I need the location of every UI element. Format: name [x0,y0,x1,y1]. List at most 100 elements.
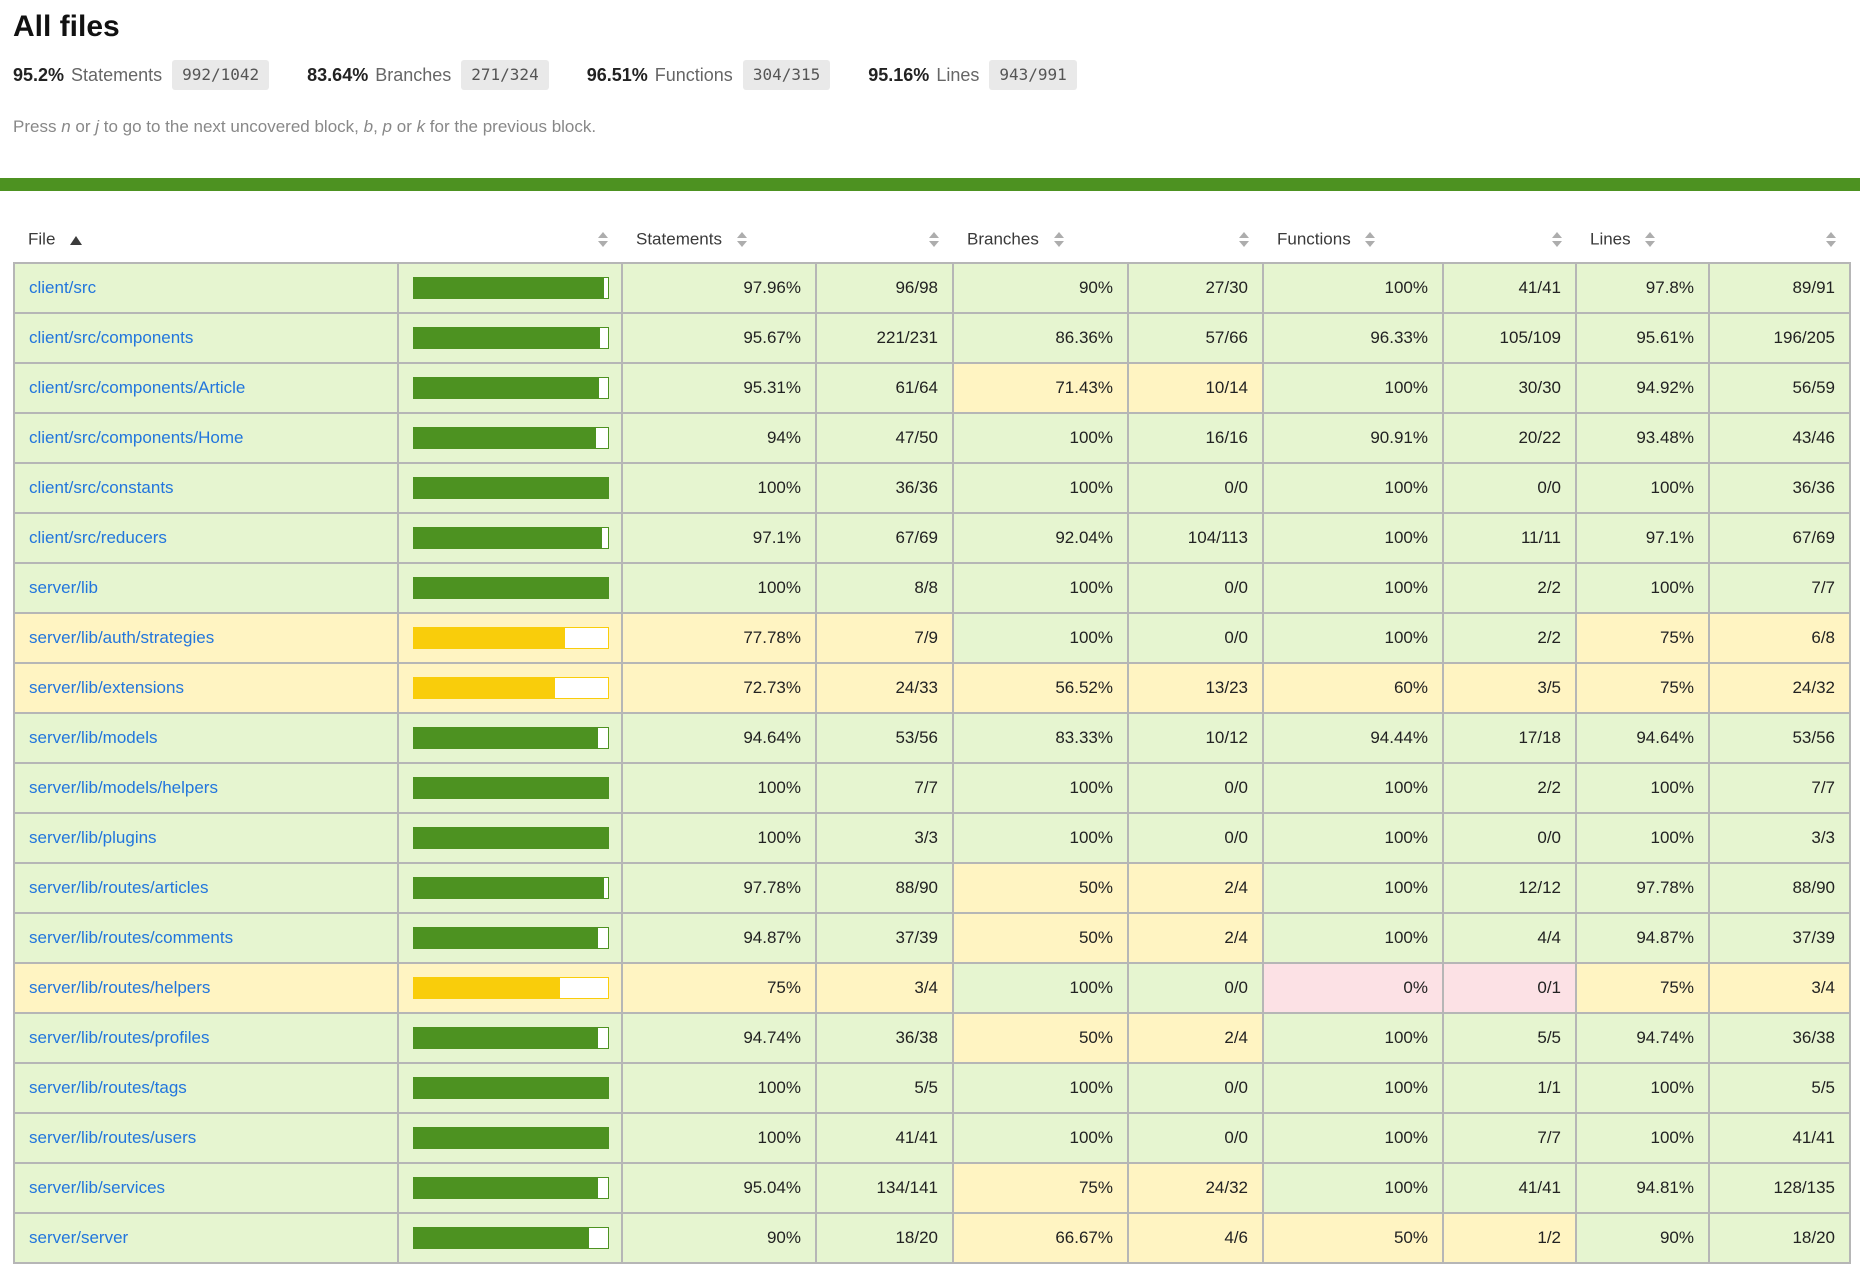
file-cell: client/src/reducers [14,513,398,563]
file-link[interactable]: client/src/constants [29,478,174,497]
coverage-bar-empty [596,428,608,448]
coverage-bar-fill [414,1228,589,1248]
functions-pct-cell: 100% [1263,813,1443,863]
file-link[interactable]: server/lib/routes/helpers [29,978,210,997]
branches-pct-cell: 56.52% [953,663,1128,713]
coverage-bar [413,977,609,999]
lines-label: Lines [936,65,979,86]
column-header-branches-raw[interactable] [1128,217,1263,263]
lines-raw-cell: 43/46 [1709,413,1850,463]
table-row: client/src/components95.67%221/23186.36%… [14,313,1850,363]
statements-raw-cell: 37/39 [816,913,953,963]
file-cell: server/lib/routes/users [14,1113,398,1163]
sort-toggle-icon[interactable] [929,232,939,247]
statements-fraction: 992/1042 [172,60,269,90]
column-header-lines-raw[interactable] [1709,217,1850,263]
file-link[interactable]: server/lib/plugins [29,828,157,847]
sort-ascending-icon[interactable] [70,230,82,250]
coverage-bar-fill [414,978,560,998]
file-cell: server/lib [14,563,398,613]
branches-pct-cell: 100% [953,963,1128,1013]
branches-pct-cell: 71.43% [953,363,1128,413]
hint-text: for the previous block. [425,117,596,136]
statements-pct-cell: 75% [622,963,816,1013]
sort-toggle-icon[interactable] [1365,232,1375,247]
lines-raw-cell: 18/20 [1709,1213,1850,1263]
coverage-bar-fill [414,678,555,698]
file-link[interactable]: server/lib/routes/articles [29,878,209,897]
file-link[interactable]: server/lib/extensions [29,678,184,697]
table-row: server/lib/routes/users100%41/41100%0/01… [14,1113,1850,1163]
coverage-bar [413,927,609,949]
coverage-bar [413,477,609,499]
functions-pct-cell: 100% [1263,563,1443,613]
sort-toggle-icon[interactable] [1239,232,1249,247]
lines-pct-cell: 94.81% [1576,1163,1709,1213]
sort-toggle-icon[interactable] [1826,232,1836,247]
file-link[interactable]: server/lib/routes/comments [29,928,233,947]
branches-pct-cell: 100% [953,1113,1128,1163]
branches-pct-cell: 92.04% [953,513,1128,563]
sort-toggle-icon[interactable] [1054,232,1064,247]
sort-toggle-icon[interactable] [1552,232,1562,247]
lines-pct-cell: 75% [1576,963,1709,1013]
file-link[interactable]: client/src/components/Article [29,378,245,397]
lines-pct-cell: 100% [1576,1063,1709,1113]
column-header-statements[interactable]: Statements [622,217,816,263]
coverage-bar [413,627,609,649]
column-header-statements-raw[interactable] [816,217,953,263]
statements-raw-cell: 5/5 [816,1063,953,1113]
sort-toggle-icon[interactable] [598,232,608,247]
functions-raw-cell: 17/18 [1443,713,1576,763]
file-link[interactable]: client/src [29,278,96,297]
column-header-file[interactable]: File [14,217,398,263]
file-cell: server/lib/extensions [14,663,398,713]
file-link[interactable]: server/lib/models/helpers [29,778,218,797]
sort-toggle-icon[interactable] [737,232,747,247]
file-link[interactable]: client/src/components [29,328,193,347]
branches-raw-cell: 0/0 [1128,1063,1263,1113]
branches-pct-cell: 100% [953,463,1128,513]
branches-raw-cell: 104/113 [1128,513,1263,563]
branches-raw-cell: 0/0 [1128,1113,1263,1163]
file-link[interactable]: client/src/components/Home [29,428,243,447]
branches-pct-cell: 90% [953,263,1128,313]
branches-pct-cell: 50% [953,1013,1128,1063]
statements-pct-cell: 90% [622,1213,816,1263]
branches-raw-cell: 2/4 [1128,863,1263,913]
file-link[interactable]: server/lib/routes/users [29,1128,196,1147]
table-row: server/lib/services95.04%134/14175%24/32… [14,1163,1850,1213]
coverage-bar-cell [398,813,622,863]
file-link[interactable]: server/lib/routes/tags [29,1078,187,1097]
coverage-bar-fill [414,828,608,848]
functions-pct-cell: 60% [1263,663,1443,713]
column-header-functions[interactable]: Functions [1263,217,1443,263]
file-link[interactable]: server/lib/auth/strategies [29,628,214,647]
file-link[interactable]: server/lib/routes/profiles [29,1028,209,1047]
file-link[interactable]: client/src/reducers [29,528,167,547]
functions-pct-cell: 100% [1263,913,1443,963]
statements-raw-cell: 3/4 [816,963,953,1013]
functions-pct-cell: 100% [1263,1013,1443,1063]
column-header-bar[interactable] [398,217,622,263]
column-header-lines[interactable]: Lines [1576,217,1709,263]
branches-raw-cell: 57/66 [1128,313,1263,363]
column-header-functions-raw[interactable] [1443,217,1576,263]
file-link[interactable]: server/lib [29,578,98,597]
functions-raw-cell: 20/22 [1443,413,1576,463]
lines-pct-cell: 93.48% [1576,413,1709,463]
statements-raw-cell: 36/36 [816,463,953,513]
statements-raw-cell: 3/3 [816,813,953,863]
file-link[interactable]: server/lib/models [29,728,158,747]
functions-pct-cell: 100% [1263,863,1443,913]
table-row: server/lib/routes/profiles94.74%36/3850%… [14,1013,1850,1063]
file-cell: server/lib/services [14,1163,398,1213]
coverage-bar [413,377,609,399]
sort-toggle-icon[interactable] [1645,232,1655,247]
branches-pct-cell: 100% [953,813,1128,863]
column-header-branches[interactable]: Branches [953,217,1128,263]
coverage-bar [413,327,609,349]
file-link[interactable]: server/server [29,1228,128,1247]
statements-pct: 95.2% [13,65,64,86]
file-link[interactable]: server/lib/services [29,1178,165,1197]
